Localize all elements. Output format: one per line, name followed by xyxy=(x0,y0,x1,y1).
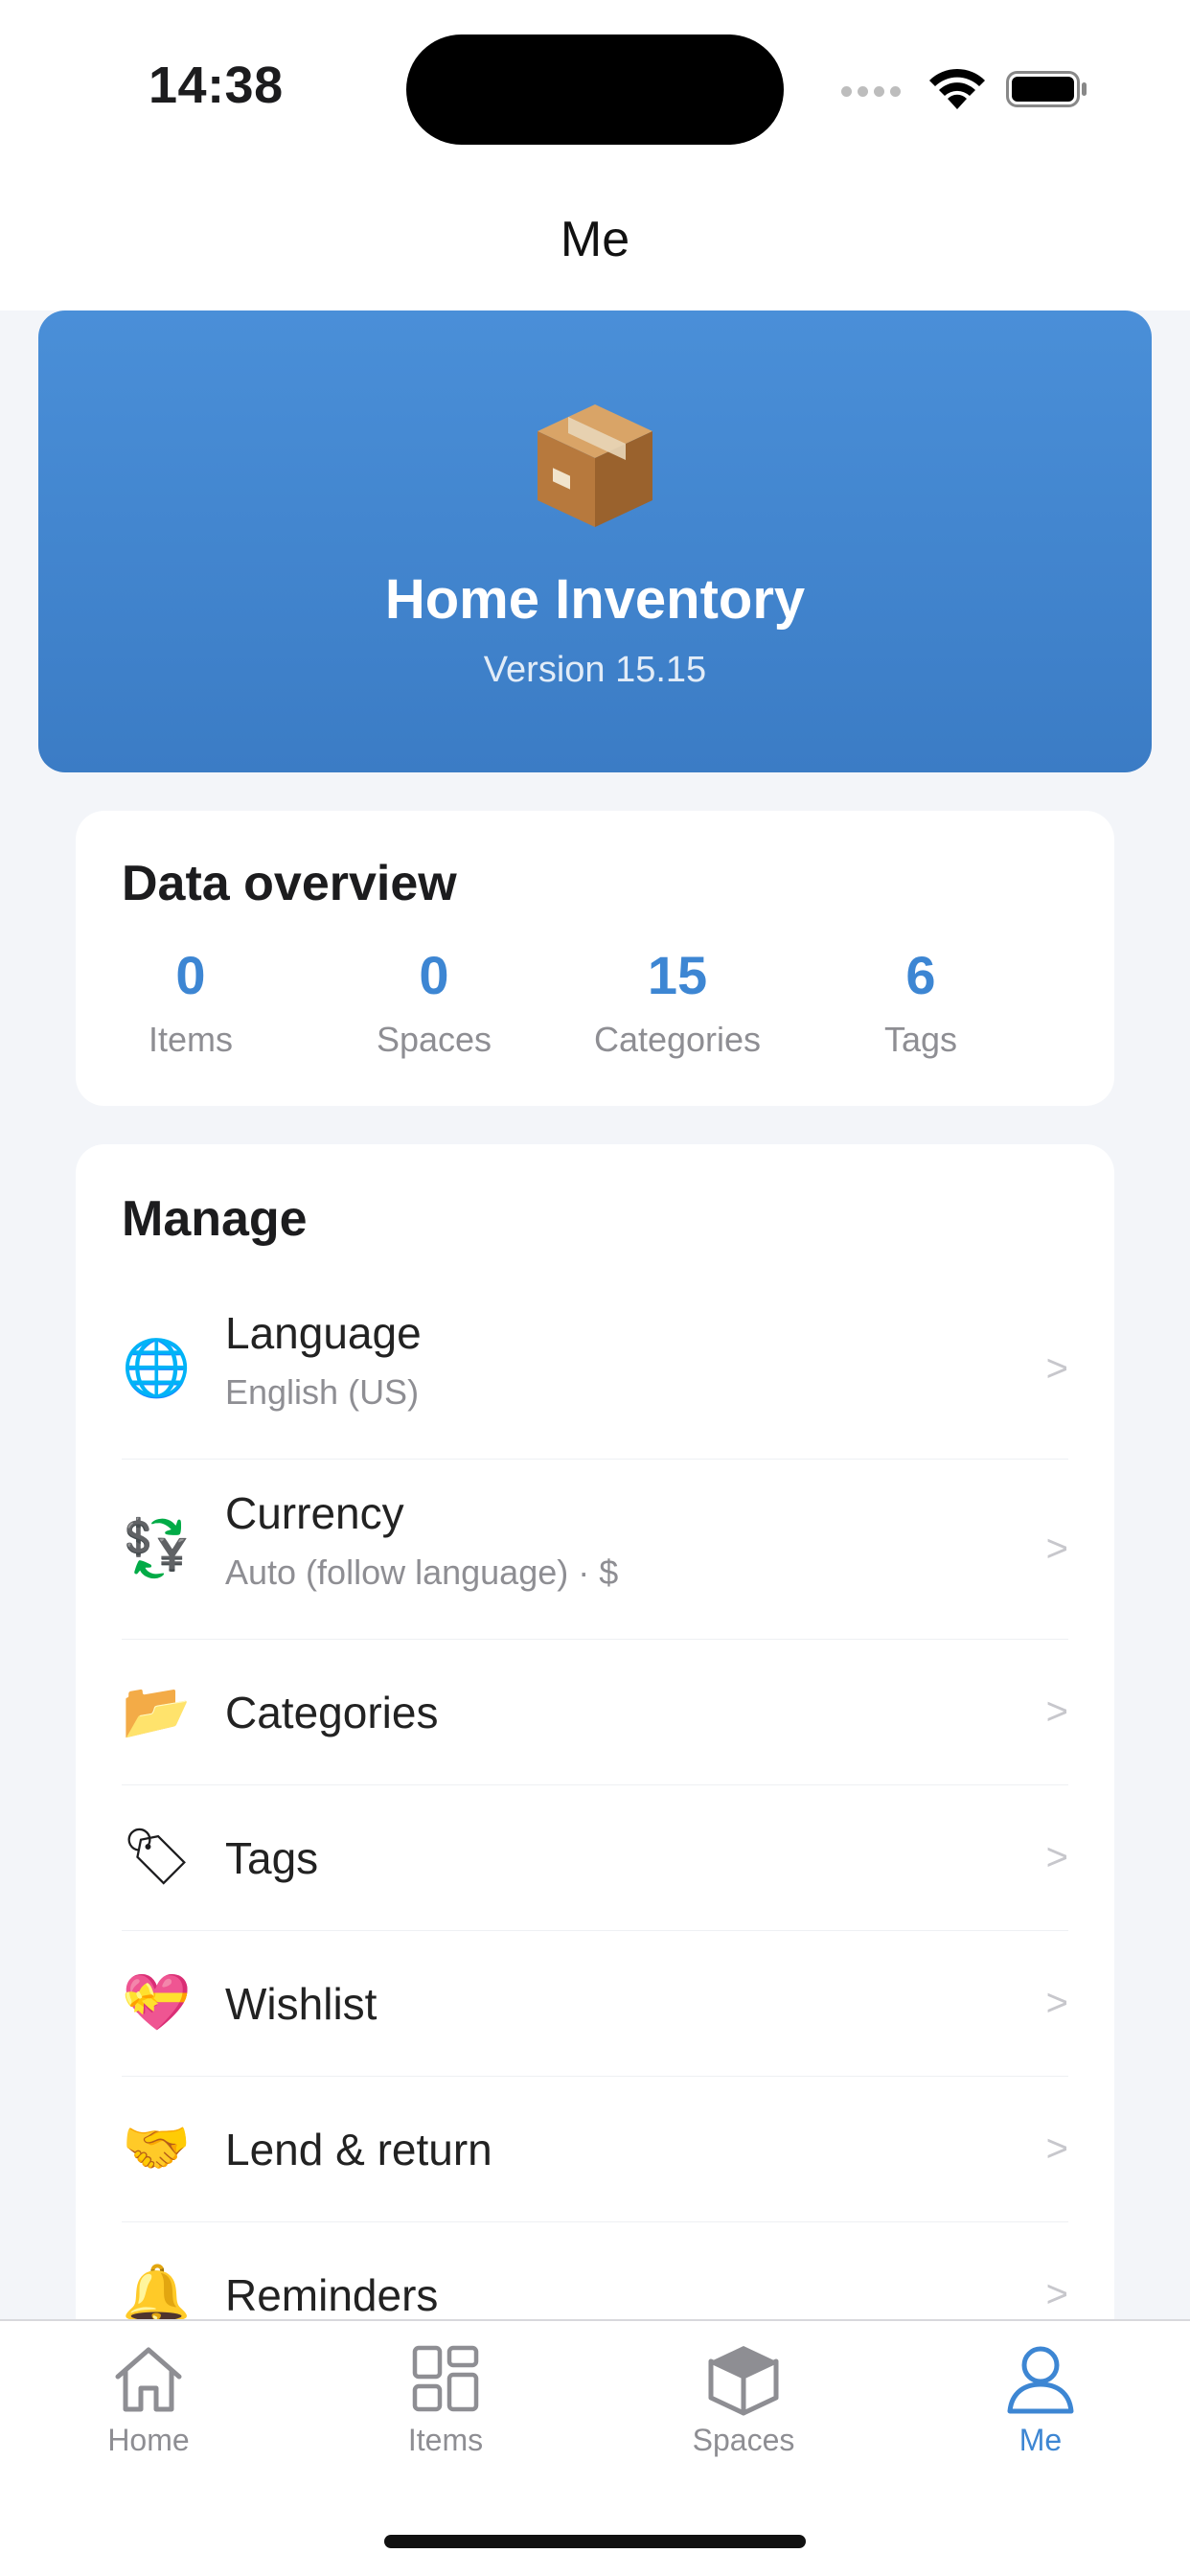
menu-item-currency[interactable]: 💱 Currency Auto (follow language) · $ > xyxy=(122,1459,1068,1640)
currency-exchange-icon: 💱 xyxy=(122,1517,192,1579)
menu-item-subtitle: Auto (follow language) · $ xyxy=(225,1552,619,1592)
stat-categories[interactable]: 15 Categories xyxy=(562,945,792,1060)
tab-label: Me xyxy=(1018,2423,1063,2457)
manage-title: Manage xyxy=(122,1191,308,1247)
menu-item-wishlist[interactable]: 💝 Wishlist > xyxy=(122,1930,1068,2077)
wifi-icon xyxy=(929,68,985,109)
status-time: 14:38 xyxy=(149,57,284,114)
home-indicator[interactable] xyxy=(384,2535,806,2548)
tag-icon: 🏷 xyxy=(122,1826,193,1888)
menu-item-language[interactable]: 🌐 Language English (US) > xyxy=(122,1278,1068,1460)
tab-label: Items xyxy=(407,2423,484,2457)
menu-item-title: Wishlist xyxy=(225,1979,378,2029)
chevron-right-icon: > xyxy=(1045,1836,1068,1878)
dynamic-island xyxy=(406,34,784,145)
data-overview-card: Data overview 0 Items 0 Spaces 15 Catego… xyxy=(76,811,1114,1106)
stat-value: 15 xyxy=(647,945,708,1005)
menu-item-title: Categories xyxy=(225,1688,439,1737)
chevron-right-icon: > xyxy=(1045,1347,1068,1390)
stat-label: Items xyxy=(148,1020,233,1059)
menu-item-subtitle: English (US) xyxy=(225,1372,420,1412)
menu-item-title: Currency xyxy=(225,1488,404,1538)
stat-spaces[interactable]: 0 Spaces xyxy=(319,945,549,1060)
stat-value: 0 xyxy=(175,945,206,1005)
app-name: Home Inventory xyxy=(384,568,806,631)
page-title: Me xyxy=(560,212,630,267)
cube-icon xyxy=(708,2346,779,2416)
stat-label: Categories xyxy=(593,1020,762,1059)
stat-label: Tags xyxy=(883,1020,958,1059)
chevron-right-icon: > xyxy=(1045,2128,1068,2170)
app-header-card: Home Inventory Version 15.15 xyxy=(38,310,1152,772)
heart-gift-icon: 💝 xyxy=(122,1971,192,2034)
folder-icon: 📂 xyxy=(122,1680,192,1742)
menu-item-categories[interactable]: 📂 Categories > xyxy=(122,1639,1068,1785)
tab-items[interactable]: Items xyxy=(350,2340,541,2458)
chevron-right-icon: > xyxy=(1045,2273,1068,2315)
menu-item-title: Language xyxy=(225,1308,422,1358)
menu-item-tags[interactable]: 🏷 Tags > xyxy=(122,1784,1068,1931)
chevron-right-icon: > xyxy=(1045,1690,1068,1733)
menu-item-lend-return[interactable]: 🤝 Lend & return > xyxy=(122,2076,1068,2222)
signal-icon xyxy=(841,86,901,97)
menu-item-title: Lend & return xyxy=(225,2125,492,2174)
globe-icon: 🌐 xyxy=(122,1337,192,1399)
stat-value: 6 xyxy=(905,945,936,1005)
handshake-icon: 🤝 xyxy=(122,2117,192,2179)
chevron-right-icon: > xyxy=(1045,1528,1068,1570)
stat-value: 0 xyxy=(419,945,449,1005)
app-version: Version 15.15 xyxy=(483,650,707,690)
menu-item-title: Reminders xyxy=(225,2270,439,2320)
data-overview-title: Data overview xyxy=(122,856,457,911)
package-icon xyxy=(538,404,652,527)
stat-label: Spaces xyxy=(376,1020,492,1059)
battery-icon xyxy=(1006,71,1087,107)
stat-tags[interactable]: 6 Tags xyxy=(806,945,1036,1060)
chevron-right-icon: > xyxy=(1045,1982,1068,2024)
menu-item-title: Tags xyxy=(225,1833,319,1883)
tab-label: Home xyxy=(107,2423,190,2457)
status-icons xyxy=(841,65,1090,113)
grid-icon xyxy=(412,2345,479,2412)
tab-label: Spaces xyxy=(692,2423,795,2457)
stats-row: 0 Items 0 Spaces 15 Categories 6 Tags xyxy=(76,945,1114,1079)
person-icon xyxy=(1007,2346,1074,2414)
tab-home[interactable]: Home xyxy=(53,2340,244,2458)
stat-items[interactable]: 0 Items xyxy=(76,945,306,1060)
home-icon xyxy=(115,2347,182,2412)
app-screen: 14:38 Me Home Inventory Version 15.15 Da… xyxy=(0,0,1190,2576)
tab-spaces[interactable]: Spaces xyxy=(648,2340,839,2458)
tab-me[interactable]: Me xyxy=(945,2340,1136,2458)
top-bar: 14:38 Me xyxy=(0,0,1190,310)
